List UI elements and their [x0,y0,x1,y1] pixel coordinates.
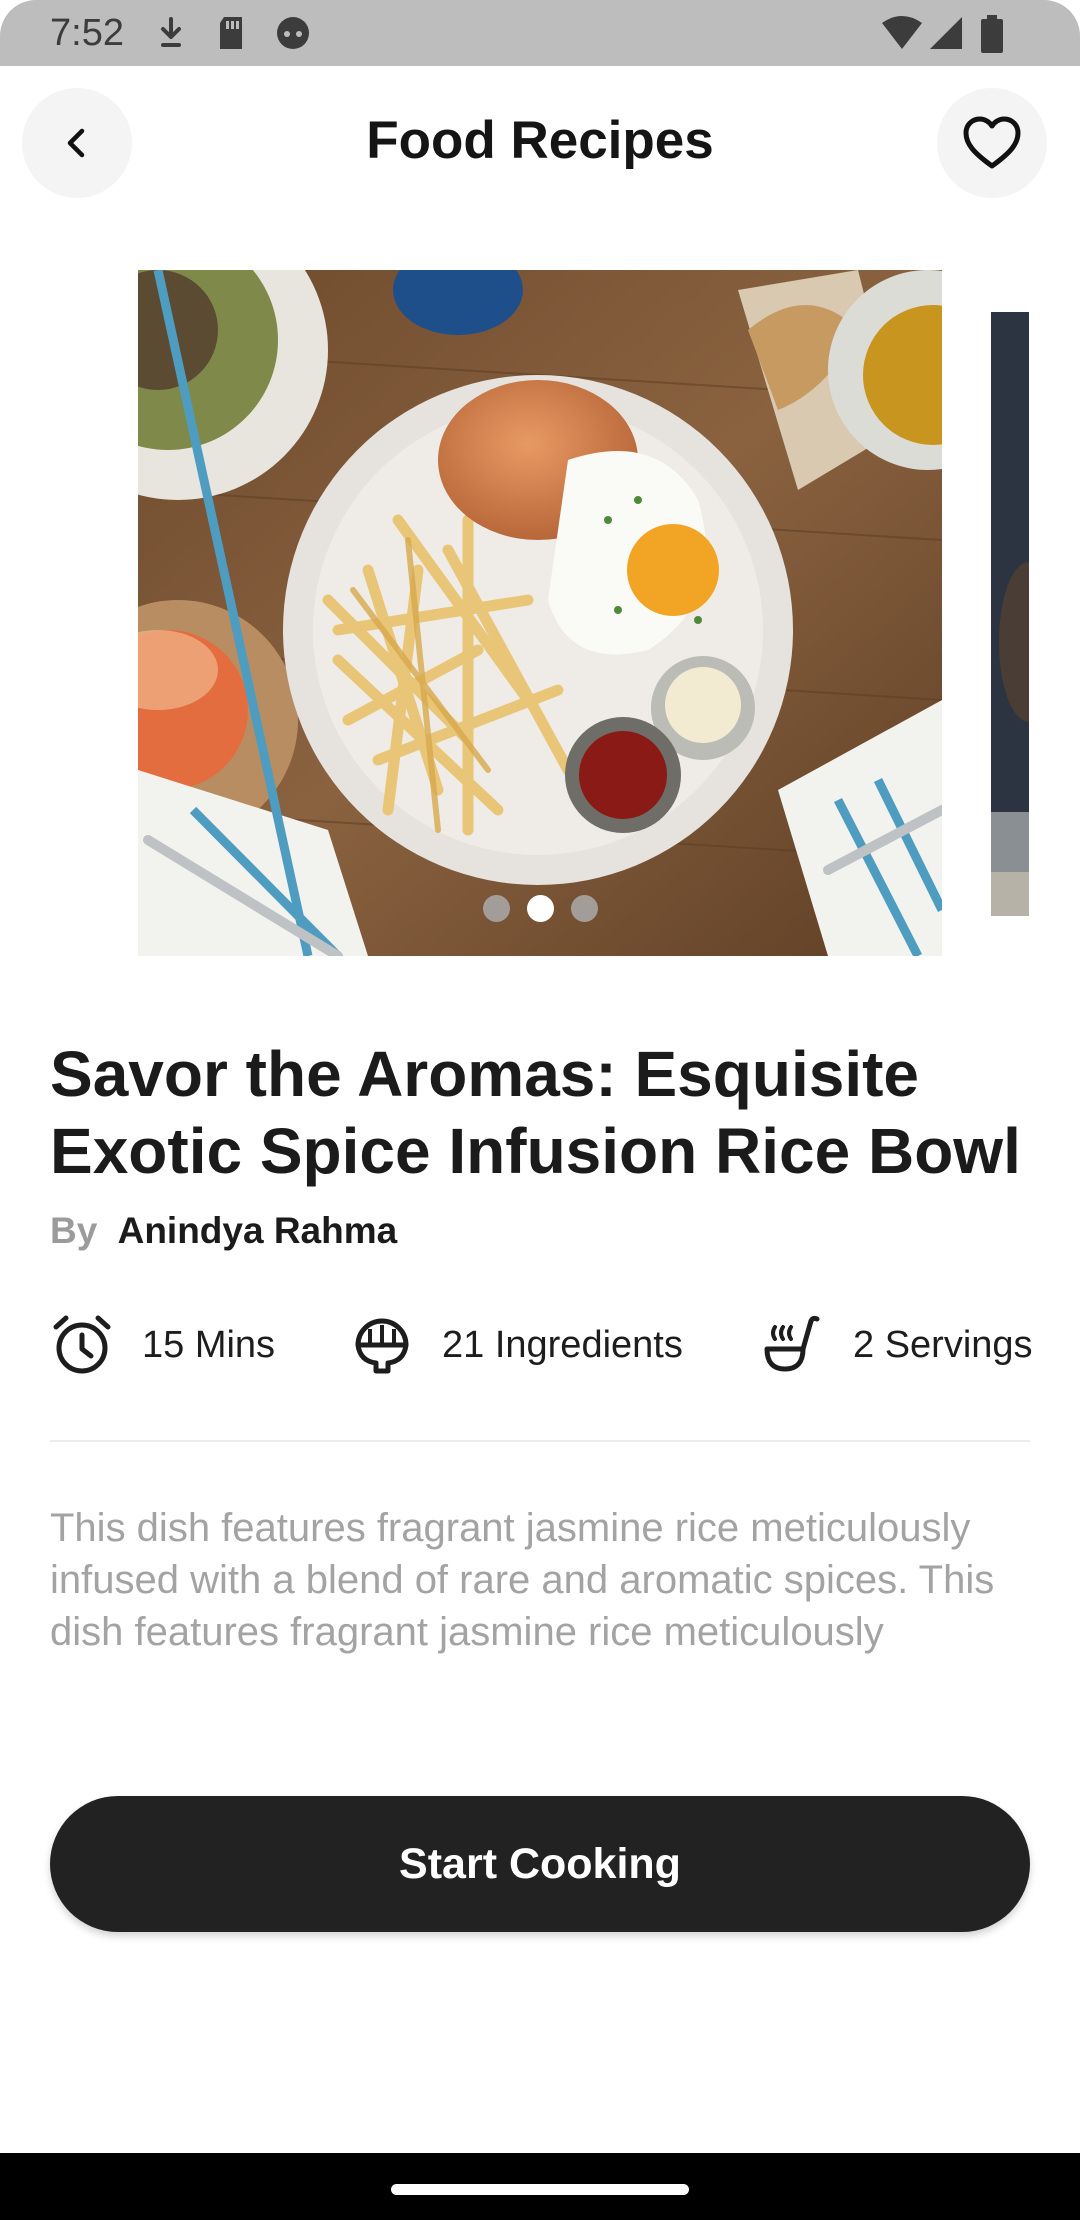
stat-servings: 2 Servings [761,1300,1033,1390]
author-byline: By Anindya Rahma [50,1210,397,1252]
cell-signal-icon [930,17,962,49]
author-name[interactable]: Anindya Rahma [118,1210,398,1251]
system-navigation-bar [0,2153,1080,2220]
carousel-dot[interactable] [570,895,598,922]
alarm-clock-icon [53,1315,111,1374]
battery-icon [981,15,1003,53]
page-title: Food Recipes [366,111,714,170]
sd-card-icon [220,17,242,49]
stat-time: 15 Mins [50,1300,275,1390]
recipe-stats: 15 Mins 21 Ingredients 2 Servings [0,1300,1080,1390]
carousel-dot-active[interactable] [526,895,554,922]
app-header: Food Recipes [0,66,1080,222]
home-gesture-handle[interactable] [391,2184,689,2195]
favorite-button[interactable] [937,88,1047,198]
status-time: 7:52 [50,12,124,54]
recipe-photo[interactable] [138,270,942,956]
carousel-pagination [138,895,942,922]
heart-outline-icon [963,116,1021,169]
carousel-dot[interactable] [482,895,510,922]
status-bar: 7:52 [0,0,1080,66]
food-plate-illustration [138,270,942,956]
next-slide-preview[interactable] [991,312,1029,916]
stat-time-label: 15 Mins [142,1323,276,1366]
stat-servings-label: 2 Servings [853,1323,1033,1366]
stat-ingredients-label: 21 Ingredients [442,1323,683,1366]
next-slide-photo [991,312,1029,916]
start-cooking-button[interactable]: Start Cooking [50,1796,1030,1932]
stat-ingredients: 21 Ingredients [350,1300,683,1390]
wifi-icon [882,16,922,49]
download-icon [161,17,181,47]
divider [50,1440,1030,1442]
rice-bowl-icon [355,1318,409,1374]
recipe-title: Savor the Aromas: Esquisite Exotic Spice… [50,1038,1021,1187]
ladle-steam-icon [764,1315,820,1372]
recipe-description: This dish features fragrant jasmine rice… [50,1506,995,1654]
image-carousel[interactable] [0,268,1080,958]
android-face-icon [277,17,309,49]
by-label: By [50,1210,98,1251]
